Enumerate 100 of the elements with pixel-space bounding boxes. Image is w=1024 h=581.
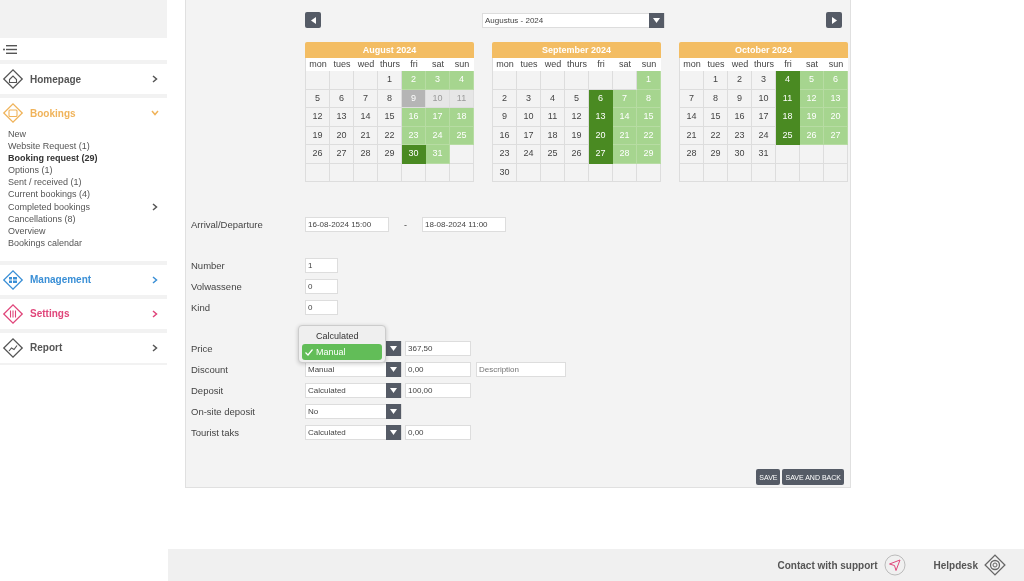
day-cell[interactable]: 19 bbox=[306, 126, 330, 145]
day-cell[interactable]: 2 bbox=[728, 71, 752, 90]
day-cell[interactable]: 4 bbox=[541, 89, 565, 108]
day-cell[interactable]: 25 bbox=[541, 145, 565, 164]
day-cell[interactable]: 30 bbox=[493, 163, 517, 182]
day-cell[interactable]: 17 bbox=[517, 126, 541, 145]
day-cell[interactable]: 13 bbox=[330, 108, 354, 127]
day-cell[interactable]: 8 bbox=[704, 89, 728, 108]
field-label: On-site deposit bbox=[191, 406, 256, 417]
day-cell[interactable]: 30 bbox=[402, 145, 426, 164]
sidebar-item[interactable]: Homepage bbox=[0, 64, 167, 94]
field-label: Kind bbox=[191, 302, 211, 313]
amount-field[interactable]: 0,00 bbox=[405, 425, 471, 440]
day-cell[interactable]: 18 bbox=[541, 126, 565, 145]
submenu-item[interactable]: Cancellations (8) bbox=[8, 212, 158, 225]
description-field[interactable]: Description bbox=[476, 362, 566, 377]
weekday-label: wed bbox=[354, 58, 378, 71]
day-cell[interactable]: 14 bbox=[680, 108, 704, 127]
day-cell[interactable]: 13 bbox=[589, 108, 613, 127]
lifebuoy-icon bbox=[984, 554, 1006, 576]
departure-field[interactable]: 18-08-2024 11:00 bbox=[422, 217, 506, 232]
submenu-item[interactable]: Options (1) bbox=[8, 164, 158, 177]
day-cell[interactable]: 9 bbox=[728, 89, 752, 108]
day-cell[interactable]: 2 bbox=[493, 89, 517, 108]
amount-field[interactable]: 0,00 bbox=[405, 362, 471, 377]
weekday-label: sat bbox=[800, 58, 824, 71]
day-cell[interactable]: 29 bbox=[704, 145, 728, 164]
weekday-label: fri bbox=[402, 58, 426, 71]
number-field[interactable]: 1 bbox=[305, 258, 338, 273]
number-field[interactable]: 0 bbox=[305, 279, 338, 294]
day-cell[interactable]: 5 bbox=[306, 89, 330, 108]
dropdown-icon bbox=[390, 367, 397, 372]
sidebar-item[interactable]: Management bbox=[0, 264, 167, 295]
weekday-label: wed bbox=[728, 58, 752, 71]
day-cell[interactable]: 30 bbox=[728, 145, 752, 164]
number-field[interactable]: 0 bbox=[305, 300, 338, 315]
dropdown-option[interactable]: Calculated bbox=[302, 328, 382, 344]
submenu-item[interactable]: Sent / received (1) bbox=[8, 176, 158, 189]
day-cell[interactable]: 28 bbox=[680, 145, 704, 164]
previous-button[interactable] bbox=[305, 12, 321, 28]
day-cell[interactable]: 15 bbox=[704, 108, 728, 127]
month-title: October 2024 bbox=[679, 42, 848, 58]
day-cell[interactable]: 16 bbox=[728, 108, 752, 127]
menu-toggle[interactable] bbox=[0, 38, 167, 60]
day-cell[interactable]: 18 bbox=[776, 108, 800, 127]
helpdesk-link[interactable]: Helpdesk bbox=[933, 559, 978, 571]
day-cell[interactable]: 1 bbox=[704, 71, 728, 90]
day-cell[interactable]: 22 bbox=[704, 126, 728, 145]
support-link[interactable]: Contact with support bbox=[777, 559, 878, 571]
day-cell[interactable]: 31 bbox=[752, 145, 776, 164]
mode-select[interactable]: No bbox=[305, 404, 402, 419]
day-cell[interactable]: 27 bbox=[330, 145, 354, 164]
weekday-label: mon bbox=[680, 58, 704, 71]
mode-select[interactable]: Calculated bbox=[305, 425, 402, 440]
sidebar-item[interactable]: Settings bbox=[0, 298, 167, 329]
day-cell[interactable]: 21 bbox=[354, 126, 378, 145]
day-cell[interactable]: 14 bbox=[354, 108, 378, 127]
day-cell[interactable]: 11 bbox=[541, 108, 565, 127]
day-cell[interactable]: 16 bbox=[493, 126, 517, 145]
nav-label: Report bbox=[30, 342, 64, 354]
weekday-label: tues bbox=[704, 58, 728, 71]
weekday-label: thurs bbox=[565, 58, 589, 71]
paper-plane-icon bbox=[883, 554, 906, 576]
submenu-item[interactable]: Completed bookings bbox=[8, 200, 158, 213]
month-title: August 2024 bbox=[305, 42, 474, 58]
dropdown-icon bbox=[390, 430, 397, 435]
amount-field[interactable]: 367,50 bbox=[405, 341, 471, 356]
field-label: Price bbox=[191, 343, 214, 354]
day-cell[interactable]: 12 bbox=[306, 108, 330, 127]
submenu-item[interactable]: Bookings calendar bbox=[8, 236, 158, 249]
day-cell[interactable]: 10 bbox=[517, 108, 541, 127]
submenu-item[interactable]: New bbox=[8, 128, 158, 141]
mode-select[interactable]: Calculated bbox=[305, 383, 402, 398]
amount-field[interactable]: 100,00 bbox=[405, 383, 471, 398]
field-label: Tourist taks bbox=[191, 427, 241, 438]
day-cell[interactable]: 27 bbox=[589, 145, 613, 164]
day-cell[interactable]: 28 bbox=[354, 145, 378, 164]
month-select[interactable]: Augustus - 2024 bbox=[482, 12, 665, 28]
day-cell[interactable]: 7 bbox=[680, 89, 704, 108]
day-cell[interactable]: 24 bbox=[517, 145, 541, 164]
submenu-item[interactable]: Current bookings (4) bbox=[8, 188, 158, 201]
weekday-label: mon bbox=[306, 58, 330, 71]
day-cell[interactable]: 4 bbox=[776, 71, 800, 90]
day-cell[interactable]: 23 bbox=[728, 126, 752, 145]
day-cell[interactable]: 21 bbox=[680, 126, 704, 145]
arrival-field[interactable]: 16-08-2024 15:00 bbox=[305, 217, 389, 232]
day-cell[interactable]: 23 bbox=[493, 145, 517, 164]
day-cell[interactable]: 6 bbox=[330, 89, 354, 108]
day-cell[interactable]: 26 bbox=[306, 145, 330, 164]
day-cell[interactable]: 9 bbox=[493, 108, 517, 127]
next-button[interactable] bbox=[826, 12, 842, 28]
submenu-item[interactable]: Overview bbox=[8, 224, 158, 237]
submenu-item[interactable]: Booking request (29) bbox=[8, 152, 158, 165]
day-cell[interactable]: 3 bbox=[517, 89, 541, 108]
submenu-item[interactable]: Website Request (1) bbox=[8, 140, 158, 153]
day-cell[interactable]: 7 bbox=[354, 89, 378, 108]
weekday-label: sun bbox=[450, 58, 474, 71]
field-label: Volwassene bbox=[191, 281, 243, 292]
day-cell[interactable]: 20 bbox=[330, 126, 354, 145]
sidebar-item[interactable]: Report bbox=[0, 332, 167, 363]
